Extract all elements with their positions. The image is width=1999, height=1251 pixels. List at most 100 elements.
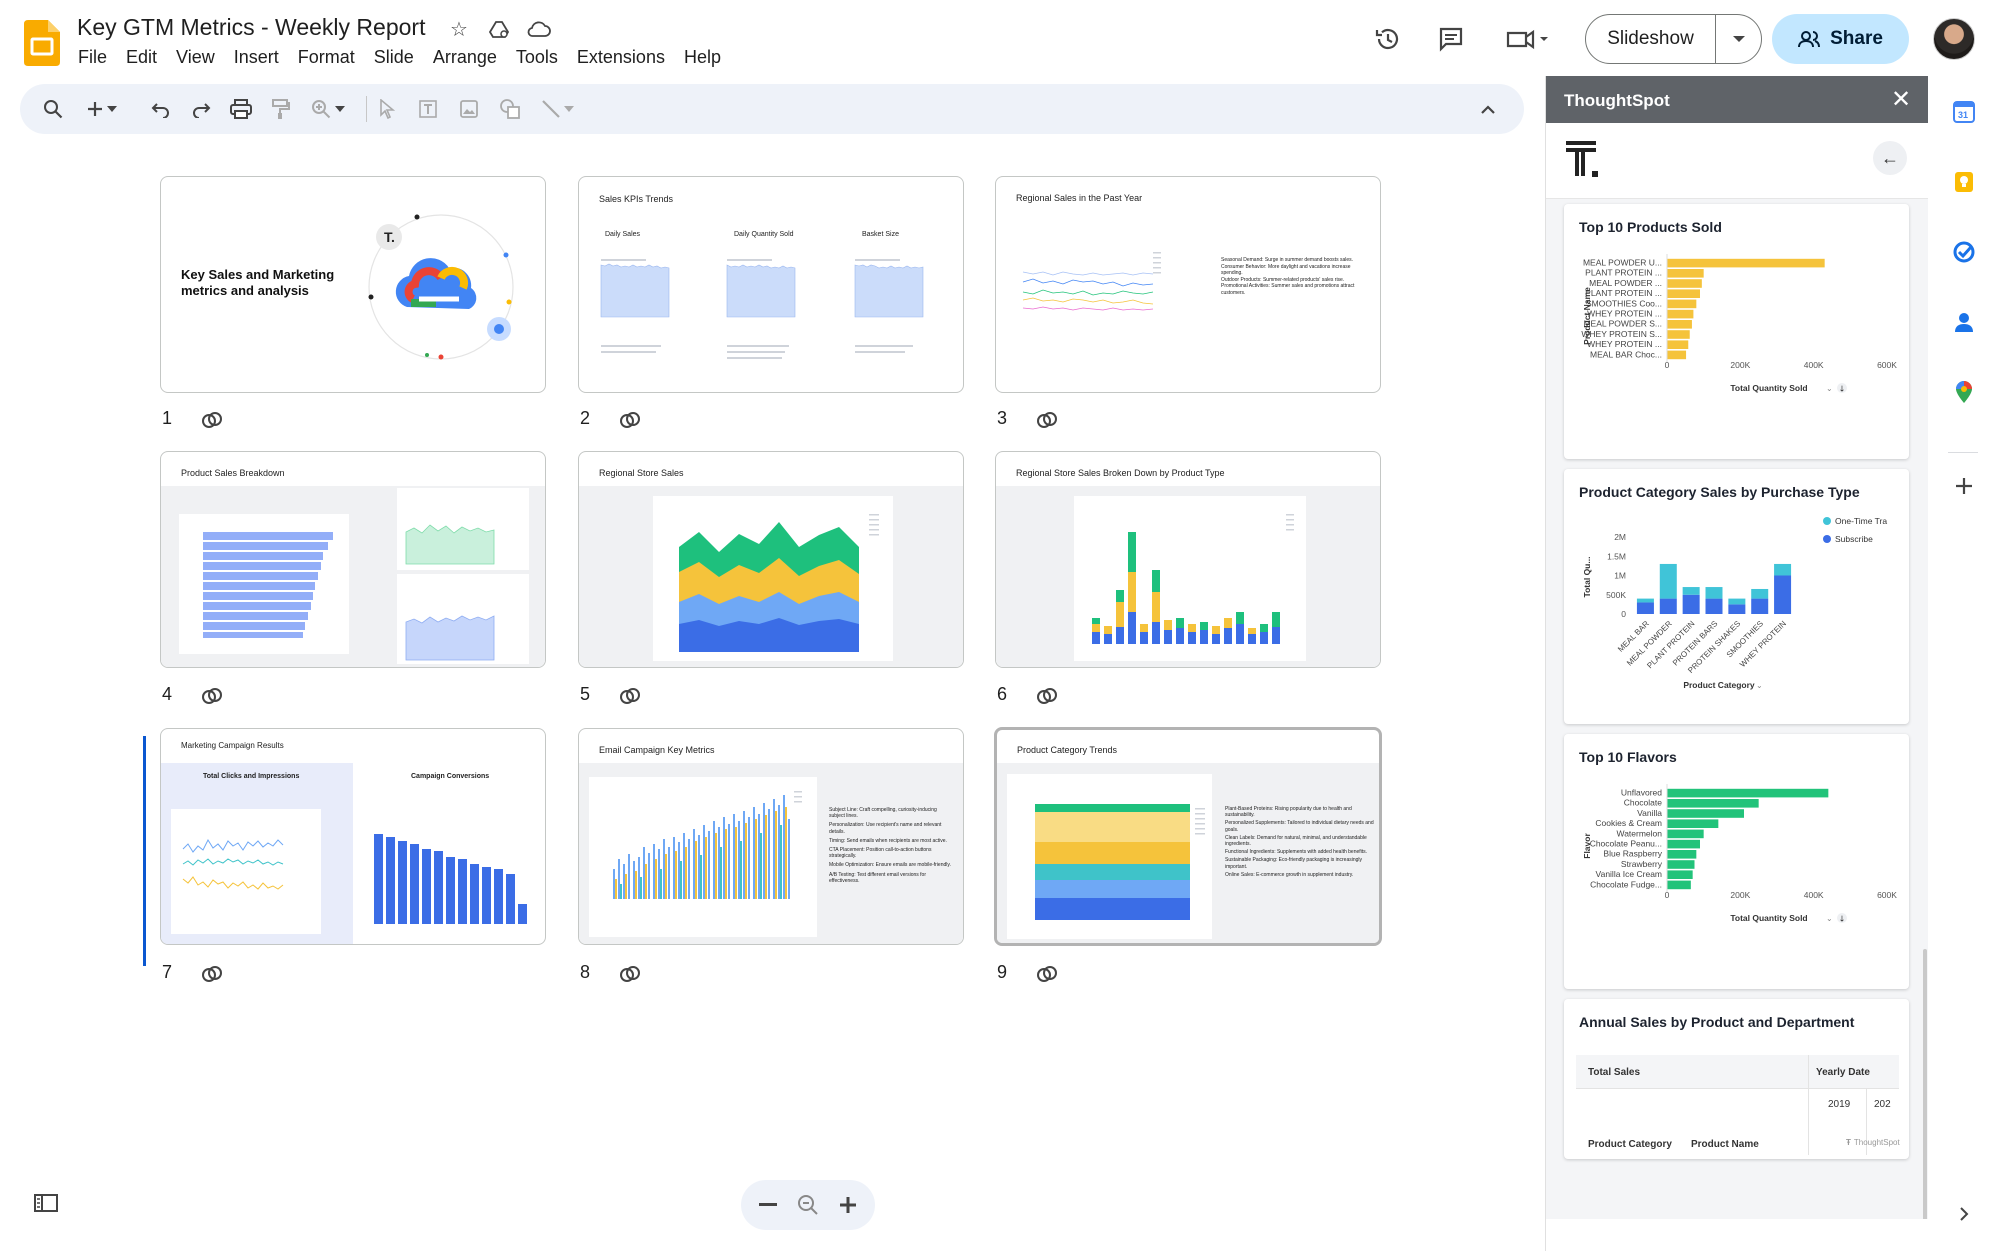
zoom-search-icon[interactable] (795, 1192, 821, 1218)
category-label: Chocolate (1624, 798, 1663, 808)
header-yearly-date[interactable]: Yearly Date (1816, 1067, 1870, 1078)
shape-icon[interactable] (497, 96, 523, 122)
linked-slide-icon[interactable] (618, 962, 642, 986)
menu-tools[interactable]: Tools (516, 47, 569, 68)
menu-arrange[interactable]: Arrange (433, 47, 508, 68)
menu-insert[interactable]: Insert (234, 47, 290, 68)
linked-slide-icon[interactable] (618, 684, 642, 708)
close-panel-icon[interactable]: ✕ (1888, 86, 1914, 113)
x-tick-label: 0 (1665, 360, 1670, 370)
tasks-icon[interactable] (1950, 238, 1978, 266)
zoom-icon[interactable] (308, 96, 334, 122)
category-label: WHEY PROTEIN ... (1587, 339, 1662, 349)
new-slide-dropdown-icon[interactable] (104, 96, 120, 122)
linked-slide-icon[interactable] (200, 962, 224, 986)
table-card-annual-sales[interactable]: Annual Sales by Product and Department T… (1564, 999, 1909, 1159)
bullet: CTA Placement: Position call-to-action b… (829, 847, 932, 860)
slide-thumbnail-4[interactable]: Product Sales Breakdown (160, 451, 546, 668)
linked-slide-icon[interactable] (618, 408, 642, 432)
slide-thumbnail-5[interactable]: Regional Store Sales (578, 451, 964, 668)
card-title: Product Category Sales by Purchase Type (1579, 484, 1860, 500)
bar (1667, 870, 1693, 879)
linked-slide-icon[interactable] (1035, 408, 1059, 432)
insert-image-icon[interactable] (456, 96, 482, 122)
bar (1667, 809, 1744, 818)
slide-1-title: Key Sales and Marketing metrics and anal… (181, 267, 335, 298)
account-avatar[interactable] (1933, 18, 1975, 60)
x-tick-label: 600K (1877, 360, 1897, 370)
share-button[interactable]: Share (1772, 14, 1909, 64)
back-arrow-icon[interactable]: ← (1873, 141, 1907, 175)
slide-thumbnail-9[interactable]: Product Category Trends Plant-Based Prot… (994, 727, 1382, 946)
cloud-orbit-graphic: T. (368, 214, 514, 360)
y-tick-label: 1M (1614, 571, 1626, 581)
chart-card-top-products[interactable]: Top 10 Products Sold MEAL POWDER U... PLA… (1564, 204, 1909, 459)
slide-number-2: 2 (580, 408, 591, 428)
contacts-icon[interactable] (1950, 308, 1978, 336)
slide-thumbnail-8[interactable]: Email Campaign Key Metrics Subject Line:… (578, 728, 964, 945)
slideshow-dropdown-icon[interactable] (1716, 35, 1761, 43)
slide-thumbnail-2[interactable]: Sales KPIs Trends Daily Sales Daily Quan… (578, 176, 964, 393)
linked-slide-icon[interactable] (200, 684, 224, 708)
slide-thumbnail-1[interactable]: Key Sales and Marketing metrics and anal… (160, 176, 546, 393)
menu-file[interactable]: File (78, 47, 118, 68)
undo-icon[interactable] (148, 96, 174, 122)
menu-view[interactable]: View (176, 47, 226, 68)
slideshow-start-button[interactable]: Slideshow (1586, 15, 1716, 63)
category-label: Unflavored (1621, 788, 1662, 798)
category-purchase-stacked-chart: 0500K1M1.5M2MMEAL BARMEAL POWDERPLANT PR… (1582, 516, 1887, 690)
slide-thumbnail-3[interactable]: Regional Sales in the Past Year Seasonal… (995, 176, 1381, 393)
zoom-out-icon[interactable] (755, 1192, 781, 1218)
thoughtspot-mini-icon: Ŧ (1846, 1138, 1851, 1147)
slide-thumbnail-7[interactable]: Marketing Campaign Results Total Clicks … (160, 728, 546, 945)
linked-slide-icon[interactable] (1035, 962, 1059, 986)
document-title[interactable]: Key GTM Metrics - Weekly Report (77, 14, 425, 41)
slide-thumbnail-6[interactable]: Regional Store Sales Broken Down by Prod… (995, 451, 1381, 668)
chart-card-top-flavors[interactable]: Top 10 Flavors Unflavored Chocolate Vanill… (1564, 734, 1909, 989)
comments-icon[interactable] (1436, 24, 1466, 54)
linked-slide-icon[interactable] (1035, 684, 1059, 708)
menu-extensions[interactable]: Extensions (577, 47, 676, 68)
cloud-saved-icon[interactable] (526, 16, 552, 42)
menu-help[interactable]: Help (684, 47, 732, 68)
add-addon-icon[interactable] (1950, 472, 1978, 500)
menu-slide[interactable]: Slide (374, 47, 425, 68)
zoom-dropdown-icon[interactable] (332, 96, 348, 122)
slide-3-title: Regional Sales in the Past Year (1016, 193, 1143, 203)
header-product-category[interactable]: Product Category (1588, 1139, 1672, 1150)
menu-edit[interactable]: Edit (126, 47, 168, 68)
star-icon[interactable]: ☆ (446, 16, 472, 42)
redo-icon[interactable] (188, 96, 214, 122)
select-icon[interactable] (374, 96, 400, 122)
filmstrip-toggle-icon[interactable] (34, 1193, 58, 1213)
collapse-toolbar-icon[interactable] (1475, 96, 1501, 122)
version-history-icon[interactable] (1373, 24, 1403, 54)
slideshow-button: Slideshow (1585, 14, 1762, 64)
chart-card-category-purchase[interactable]: Product Category Sales by Purchase Type … (1564, 469, 1909, 724)
menu-format[interactable]: Format (298, 47, 366, 68)
calendar-icon[interactable]: 31 (1950, 98, 1978, 126)
text-box-icon[interactable] (415, 96, 441, 122)
zoom-in-icon[interactable] (835, 1192, 861, 1218)
line-dropdown-icon[interactable] (561, 96, 577, 122)
category-label: WHEY PROTEIN S... (1581, 329, 1662, 339)
print-icon[interactable] (228, 96, 254, 122)
maps-icon[interactable] (1950, 378, 1978, 406)
liveboard-scroll-area[interactable]: Top 10 Products Sold MEAL POWDER U... PLA… (1546, 199, 1929, 1219)
axis-dropdown-icon: ⌄ (1826, 914, 1833, 923)
bar (1667, 829, 1704, 839)
move-to-drive-icon[interactable] (486, 16, 512, 42)
paint-format-icon[interactable] (268, 96, 294, 122)
slides-logo-icon[interactable] (24, 20, 60, 66)
year-2019: 2019 (1828, 1099, 1851, 1110)
panel-scrollbar[interactable] (1923, 949, 1927, 1219)
header-product-name[interactable]: Product Name (1691, 1139, 1759, 1150)
search-menus-icon[interactable] (40, 96, 66, 122)
bar (1667, 350, 1687, 360)
expand-rail-chevron-icon[interactable] (1950, 1200, 1978, 1228)
category-label: MEAL POWDER U... (1583, 258, 1662, 268)
linked-slide-icon[interactable] (200, 408, 224, 432)
keep-icon[interactable] (1950, 168, 1978, 196)
meet-icon[interactable] (1504, 24, 1550, 54)
category-label: MEAL BAR Choc... (1590, 349, 1662, 359)
